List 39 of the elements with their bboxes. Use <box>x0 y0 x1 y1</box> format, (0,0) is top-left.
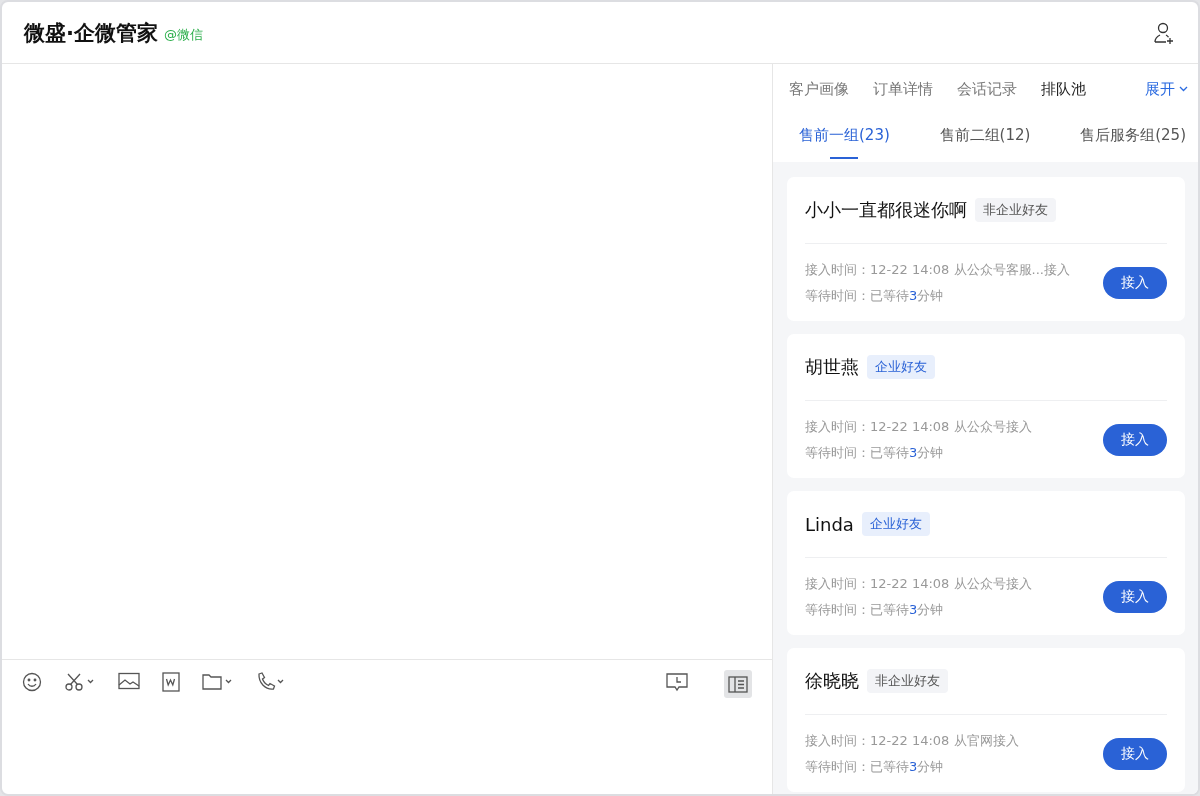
customer-name: 徐晓晓 <box>805 669 859 693</box>
panel-tab[interactable]: 排队池 <box>1041 79 1086 99</box>
panel-tab[interactable]: 会话记录 <box>957 79 1017 99</box>
source-label: @微信 <box>164 26 203 44</box>
image-icon[interactable] <box>118 672 140 690</box>
chevron-down-icon <box>1179 86 1188 92</box>
wait-time-text: 等待时间：已等待3分钟 <box>805 600 945 619</box>
access-time-text: 接入时间：12-22 14:08 从公众号接入 <box>805 417 1033 436</box>
group-tab[interactable]: 售后服务组(25) <box>1080 114 1186 162</box>
friend-tag: 企业好友 <box>861 512 930 536</box>
group-tab[interactable]: 售前二组(12) <box>939 114 1031 162</box>
folder-icon[interactable] <box>202 672 234 692</box>
access-time-text: 接入时间：12-22 14:08 从公众号接入 <box>805 574 1033 593</box>
access-time-text: 接入时间：12-22 14:08 从官网接入 <box>805 731 1020 750</box>
customer-name: 小小一直都很迷你啊 <box>805 198 967 222</box>
friend-tag: 非企业好友 <box>867 669 948 693</box>
accept-button[interactable]: 接入 <box>1103 737 1167 770</box>
panel-tab[interactable]: 客户画像 <box>789 79 849 99</box>
accept-button[interactable]: 接入 <box>1103 423 1167 456</box>
wait-time-text: 等待时间：已等待3分钟 <box>805 443 945 462</box>
accept-button[interactable]: 接入 <box>1103 580 1167 613</box>
panel-tab[interactable]: 订单详情 <box>873 79 933 99</box>
friend-tag: 非企业好友 <box>975 198 1056 222</box>
customer-name: Linda <box>805 513 854 535</box>
document-icon[interactable] <box>162 672 180 692</box>
accept-button[interactable]: 接入 <box>1103 266 1167 299</box>
scissors-icon[interactable] <box>64 672 96 692</box>
access-time-text: 接入时间：12-22 14:08 从公众号客服...接入 <box>805 260 1071 279</box>
wait-time-text: 等待时间：已等待3分钟 <box>805 286 945 305</box>
sidebar-toggle-button[interactable] <box>724 670 752 698</box>
chat-time-icon[interactable] <box>666 672 688 692</box>
add-user-icon[interactable] <box>1152 20 1176 45</box>
expand-link[interactable]: 展开 <box>1145 79 1188 99</box>
app-title: 微盛·企微管家 <box>24 19 158 47</box>
emoji-icon[interactable] <box>22 672 42 692</box>
friend-tag: 企业好友 <box>867 355 935 379</box>
customer-name: 胡世燕 <box>805 355 859 379</box>
phone-icon[interactable] <box>256 672 286 692</box>
wait-time-text: 等待时间：已等待3分钟 <box>805 757 945 776</box>
